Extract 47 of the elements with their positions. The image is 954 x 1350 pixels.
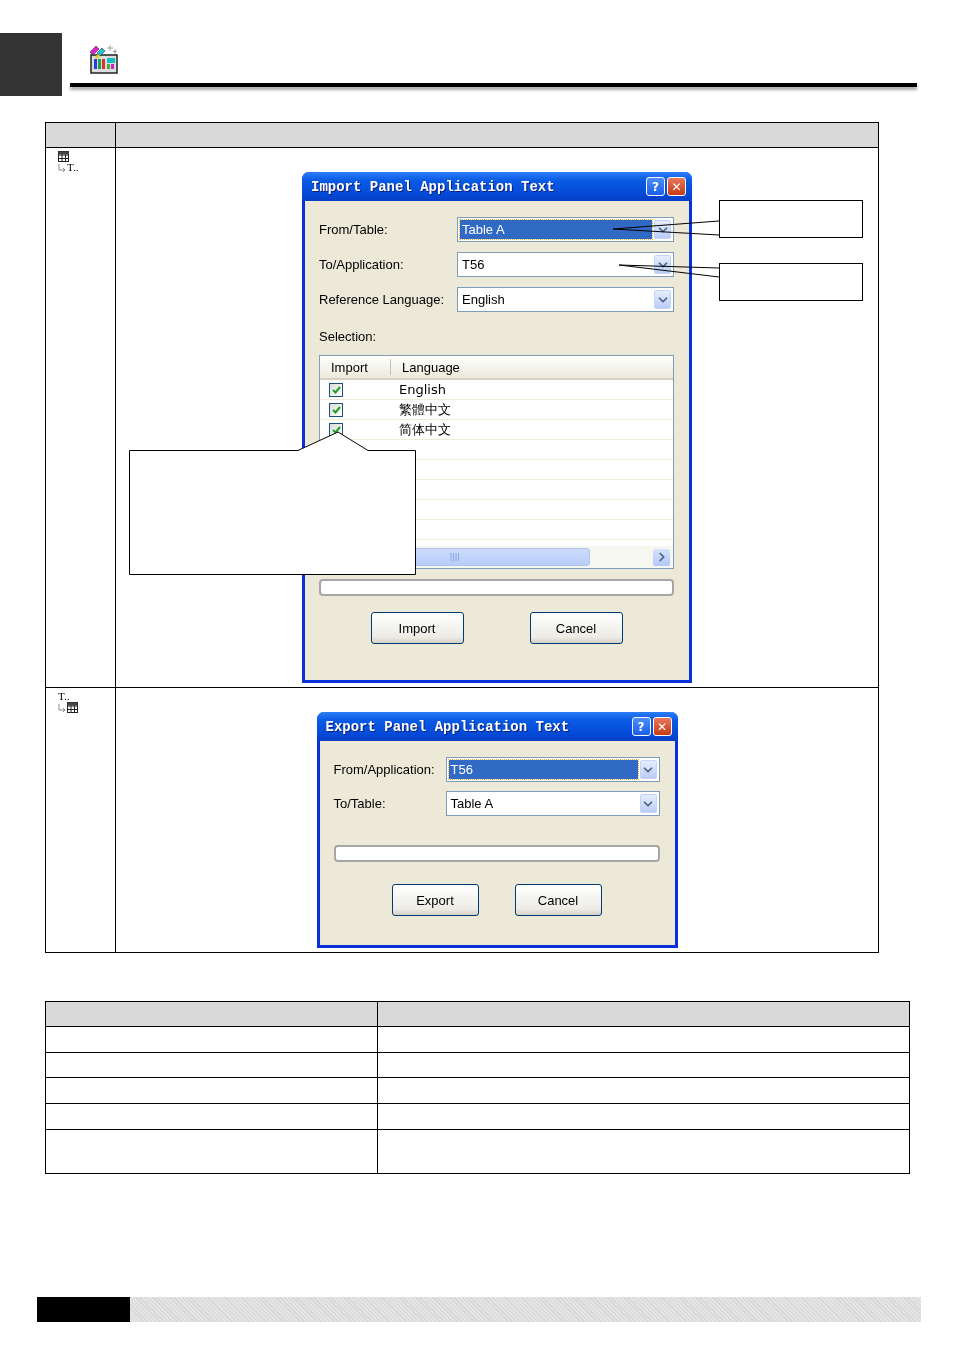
confirm-button[interactable]: Export <box>391 884 479 916</box>
grip-icon <box>450 553 460 561</box>
chevron-icon <box>639 760 657 779</box>
confirm-button[interactable]: Import <box>370 612 464 644</box>
dropdown-value: Table A <box>449 795 495 813</box>
column-header[interactable]: Language <box>391 359 673 375</box>
dropdown-value: Table A <box>460 220 652 239</box>
chevron-icon <box>654 255 671 274</box>
language-name: English <box>398 382 447 397</box>
dialog-title: Export Panel Application Text <box>325 718 571 735</box>
dropdown-value: T56 <box>448 760 638 779</box>
arrow-icon <box>58 164 66 173</box>
scroll-right-button[interactable] <box>653 548 670 566</box>
grid-icon <box>58 151 69 162</box>
field-label: To/Table: <box>333 796 387 811</box>
chapter-tab-block <box>0 33 62 96</box>
help-button[interactable]: ? <box>631 717 651 736</box>
chevron-icon <box>639 794 657 813</box>
checkbox[interactable] <box>329 402 343 417</box>
dropdown-field[interactable]: T56 <box>457 252 674 277</box>
field-label: From/Application: <box>333 762 436 777</box>
dropdown-field[interactable]: English <box>457 287 674 312</box>
language-name: 繁體中文 <box>398 400 452 419</box>
language-name: 简体中文 <box>398 420 452 439</box>
icon-caption: T.. <box>58 691 71 702</box>
dropdown-field[interactable]: Table A <box>457 217 674 242</box>
selection-label: Selection: <box>319 329 378 345</box>
chevron-icon <box>654 290 671 309</box>
dropdown-value: English <box>461 291 506 309</box>
arrow-icon <box>58 704 66 713</box>
column-header[interactable]: Import <box>320 359 391 375</box>
field-label: To/Application: <box>319 257 405 272</box>
dropdown-field[interactable]: T56 <box>445 757 660 782</box>
help-button[interactable]: ? <box>646 177 665 196</box>
field-label: From/Table: <box>319 222 389 237</box>
grid-icon <box>67 702 78 713</box>
icon-caption: T.. <box>67 162 79 173</box>
cancel-button[interactable]: Cancel <box>514 884 602 916</box>
dropdown-field[interactable]: Table A <box>445 791 660 816</box>
close-button[interactable]: ✕ <box>652 717 672 736</box>
close-button[interactable]: ✕ <box>667 177 686 196</box>
field-label: Reference Language: <box>319 292 446 307</box>
cancel-button[interactable]: Cancel <box>529 612 623 644</box>
color-chart-icon <box>88 44 119 74</box>
checkbox[interactable] <box>329 382 343 397</box>
dialog-title: Import Panel Application Text <box>311 178 556 195</box>
dropdown-value: T56 <box>461 256 486 274</box>
